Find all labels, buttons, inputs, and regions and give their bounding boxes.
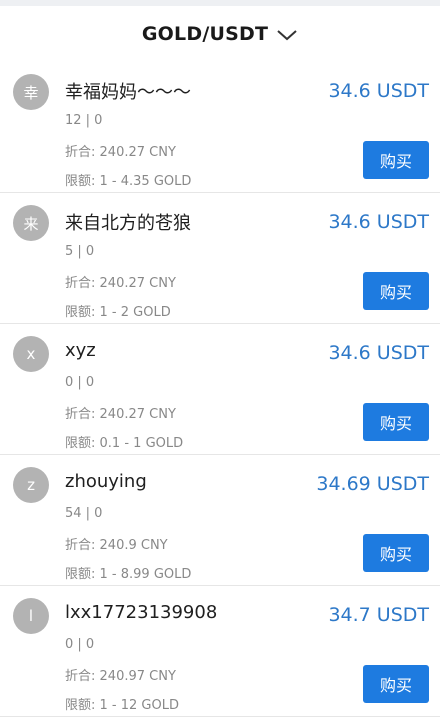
unit-price: 34.69 USDT: [316, 473, 429, 495]
chevron-down-icon: [276, 27, 298, 41]
limit-range: 0.1 - 1 GOLD: [99, 436, 184, 451]
offer-row: x xyz 0 | 0 折合: 240.27 CNY 限额: 0.1 - 1 G…: [0, 324, 440, 455]
trade-stats: 0 | 0: [65, 375, 95, 390]
merchant-name: zhouying: [65, 471, 147, 492]
equivalent-value: 折合: 240.97 CNY: [65, 665, 176, 684]
unit-price: 34.6 USDT: [328, 80, 429, 102]
avatar: 来: [13, 205, 49, 241]
limit-range: 1 - 4.35 GOLD: [99, 174, 192, 189]
limit-prefix: 限额:: [65, 698, 96, 713]
equiv-amount: 240.97 CNY: [99, 669, 176, 684]
limit-prefix: 限额:: [65, 305, 96, 320]
trade-limit: 限额: 1 - 4.35 GOLD: [65, 170, 191, 189]
unit-price: 34.6 USDT: [328, 342, 429, 364]
buy-button[interactable]: 购买: [363, 141, 429, 179]
avatar: z: [13, 467, 49, 503]
offer-row: 幸 幸福妈妈～～～ 12 | 0 折合: 240.27 CNY 限额: 1 - …: [0, 62, 440, 193]
equiv-amount: 240.27 CNY: [99, 407, 176, 422]
avatar: x: [13, 336, 49, 372]
limit-range: 1 - 8.99 GOLD: [99, 567, 192, 582]
offer-row: 来 来自北方的苍狼 5 | 0 折合: 240.27 CNY 限额: 1 - 2…: [0, 193, 440, 324]
equiv-prefix: 折合:: [65, 276, 96, 291]
merchant-name: xyz: [65, 340, 96, 361]
merchant-name: 幸福妈妈～～～: [65, 82, 191, 103]
header: GOLD/USDT: [0, 6, 440, 62]
limit-prefix: 限额:: [65, 567, 96, 582]
buy-button[interactable]: 购买: [363, 272, 429, 310]
merchant-name: lxx17723139908: [65, 602, 218, 623]
limit-range: 1 - 2 GOLD: [99, 305, 171, 320]
equiv-amount: 240.27 CNY: [99, 145, 176, 160]
equiv-amount: 240.27 CNY: [99, 276, 176, 291]
equivalent-value: 折合: 240.27 CNY: [65, 141, 176, 160]
equivalent-value: 折合: 240.9 CNY: [65, 534, 168, 553]
trade-limit: 限额: 0.1 - 1 GOLD: [65, 432, 183, 451]
avatar: l: [13, 598, 49, 634]
unit-price: 34.6 USDT: [328, 211, 429, 233]
trade-stats: 54 | 0: [65, 506, 103, 521]
equiv-prefix: 折合:: [65, 538, 96, 553]
merchant-name: 来自北方的苍狼: [65, 213, 191, 234]
offer-row: z zhouying 54 | 0 折合: 240.9 CNY 限额: 1 - …: [0, 455, 440, 586]
trade-stats: 12 | 0: [65, 113, 103, 128]
buy-button[interactable]: 购买: [363, 403, 429, 441]
trade-stats: 0 | 0: [65, 637, 95, 652]
equiv-prefix: 折合:: [65, 669, 96, 684]
pair-title: GOLD/USDT: [141, 23, 269, 45]
buy-button[interactable]: 购买: [363, 534, 429, 572]
trade-limit: 限额: 1 - 12 GOLD: [65, 694, 179, 713]
offer-row: l lxx17723139908 0 | 0 折合: 240.97 CNY 限额…: [0, 586, 440, 717]
unit-price: 34.7 USDT: [328, 604, 429, 626]
avatar: 幸: [13, 74, 49, 110]
equiv-prefix: 折合:: [65, 407, 96, 422]
pair-selector[interactable]: GOLD/USDT: [142, 23, 298, 45]
offer-list: 幸 幸福妈妈～～～ 12 | 0 折合: 240.27 CNY 限额: 1 - …: [0, 62, 440, 717]
trade-limit: 限额: 1 - 8.99 GOLD: [65, 563, 191, 582]
limit-range: 1 - 12 GOLD: [99, 698, 179, 713]
buy-button[interactable]: 购买: [363, 665, 429, 703]
equiv-prefix: 折合:: [65, 145, 96, 160]
trade-stats: 5 | 0: [65, 244, 95, 259]
equivalent-value: 折合: 240.27 CNY: [65, 272, 176, 291]
limit-prefix: 限额:: [65, 436, 96, 451]
limit-prefix: 限额:: [65, 174, 96, 189]
equivalent-value: 折合: 240.27 CNY: [65, 403, 176, 422]
equiv-amount: 240.9 CNY: [99, 538, 168, 553]
trade-limit: 限额: 1 - 2 GOLD: [65, 301, 171, 320]
